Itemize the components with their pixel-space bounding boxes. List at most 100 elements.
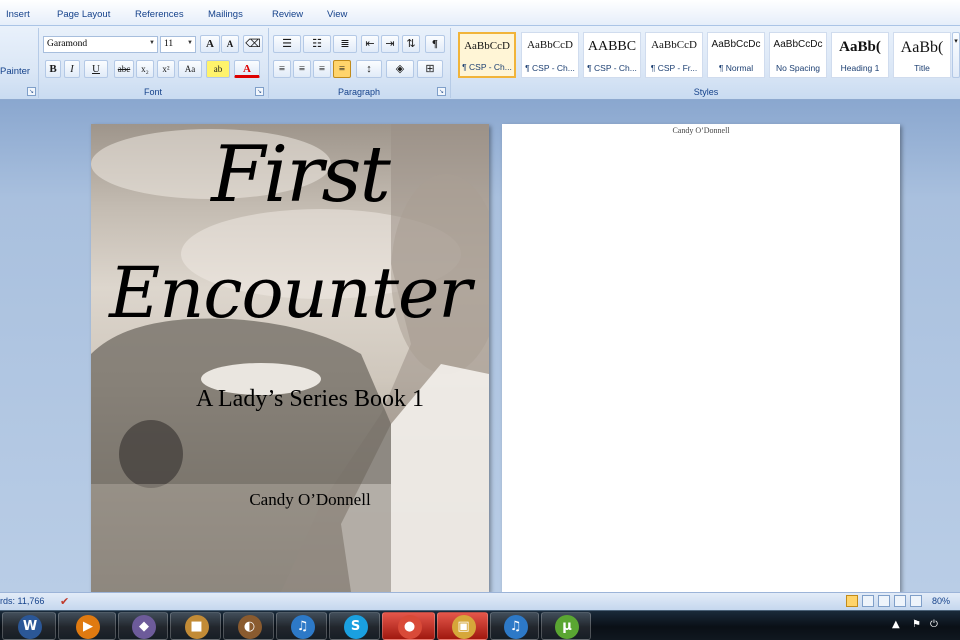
taskbar-item-utorrent[interactable]: µ xyxy=(541,612,591,640)
style-sample: AaBb( xyxy=(839,39,881,55)
ribbon: Painter ↘ Garamond ▼ 11 ▼ A A ⌫ B I U ab… xyxy=(0,26,960,100)
font-color-button[interactable]: A xyxy=(234,60,260,78)
grow-font-button[interactable]: A xyxy=(200,35,220,53)
chevron-down-icon[interactable]: ▼ xyxy=(149,40,155,46)
itunes2-icon: ♫ xyxy=(503,615,528,639)
taskbar-item-app4[interactable]: ■ xyxy=(170,612,221,640)
strikethrough-button[interactable]: abc xyxy=(114,60,134,78)
style-name: ¶ CSP - Ch... xyxy=(462,62,512,72)
styles-more-icon[interactable]: ▾ xyxy=(952,32,960,78)
borders-icon[interactable]: ⊞ xyxy=(417,60,443,78)
taskbar-item-media[interactable]: ▶ xyxy=(58,612,116,640)
tab-page-layout[interactable]: Page Layout xyxy=(57,9,110,20)
clipboard-launcher-icon[interactable]: ↘ xyxy=(27,87,36,96)
style-name: Heading 1 xyxy=(840,63,880,73)
document-page[interactable]: Candy O’Donnell xyxy=(502,124,900,592)
highlight-button[interactable]: ab xyxy=(206,60,230,78)
tab-view[interactable]: View xyxy=(327,9,347,20)
word-count[interactable]: rds: 11,766 xyxy=(0,596,44,606)
taskbar: W ▶ ◆ ■ ◐ ♫ S ● ▣ ♫ µ ▲ ⚑ ⏻ xyxy=(0,610,960,640)
increase-indent-icon[interactable]: ⇥ xyxy=(381,35,399,53)
print-layout-view-icon[interactable] xyxy=(846,595,858,607)
chevron-down-icon[interactable]: ▼ xyxy=(187,40,193,46)
taskbar-item-word[interactable]: W xyxy=(2,612,56,640)
bullets-icon[interactable]: ☰ xyxy=(273,35,301,53)
tab-mailings[interactable]: Mailings xyxy=(208,9,243,20)
line-spacing-icon[interactable]: ↕ xyxy=(356,60,382,78)
web-layout-view-icon[interactable] xyxy=(878,595,890,607)
italic-button[interactable]: I xyxy=(64,60,80,78)
justify-icon[interactable]: ≡ xyxy=(333,60,351,78)
font-name-combo[interactable]: Garamond ▼ xyxy=(43,36,158,53)
style-name: No Spacing xyxy=(776,63,820,73)
align-right-icon[interactable]: ≡ xyxy=(313,60,331,78)
style-tile-no-spacing[interactable]: AaBbCcDc No Spacing xyxy=(769,32,827,78)
style-tile-csp-1[interactable]: AaBbCcD ¶ CSP - Ch... xyxy=(458,32,516,78)
font-group-label: Font xyxy=(143,87,162,97)
taskbar-item-itunes[interactable]: ♫ xyxy=(276,612,327,640)
style-sample: AaBbCcD xyxy=(651,39,697,51)
underline-button[interactable]: U xyxy=(84,60,108,78)
styles-group-label: Styles xyxy=(693,87,719,97)
proofing-icon[interactable]: ✔ xyxy=(60,595,69,608)
style-tile-csp-3[interactable]: AABBC ¶ CSP - Ch... xyxy=(583,32,641,78)
tab-review[interactable]: Review xyxy=(272,9,303,20)
skype-icon: S xyxy=(343,615,368,639)
tab-references[interactable]: References xyxy=(135,9,184,20)
status-bar: rds: 11,766 ✔ 80% xyxy=(0,592,960,610)
tray-expand-icon[interactable]: ▲ xyxy=(892,619,900,630)
app9-icon: ▣ xyxy=(451,615,476,639)
shrink-font-button[interactable]: A xyxy=(221,35,239,53)
paragraph-launcher-icon[interactable]: ↘ xyxy=(437,87,446,96)
font-size-combo[interactable]: 11 ▼ xyxy=(160,36,196,53)
style-tile-csp-4[interactable]: AaBbCcD ¶ CSP - Fr... xyxy=(645,32,703,78)
full-screen-view-icon[interactable] xyxy=(862,595,874,607)
style-tile-title[interactable]: AaBb( Title xyxy=(893,32,951,78)
style-tile-csp-2[interactable]: AaBbCcD ¶ CSP - Ch... xyxy=(521,32,579,78)
cover-title-line1: First xyxy=(211,130,391,220)
superscript-button[interactable]: x² xyxy=(157,60,175,78)
numbering-icon[interactable]: ☷ xyxy=(303,35,331,53)
outline-view-icon[interactable] xyxy=(894,595,906,607)
font-launcher-icon[interactable]: ↘ xyxy=(255,87,264,96)
itunes-icon: ♫ xyxy=(290,615,315,639)
group-divider xyxy=(38,28,39,98)
style-name: ¶ CSP - Fr... xyxy=(650,63,698,73)
system-tray: ▲ ⚑ ⏻ xyxy=(890,611,960,640)
change-case-button[interactable]: Aa xyxy=(178,60,202,78)
decrease-indent-icon[interactable]: ⇤ xyxy=(361,35,379,53)
app4-icon: ■ xyxy=(184,615,209,639)
taskbar-item-app9[interactable]: ▣ xyxy=(437,612,488,640)
style-sample: AaBbCcDc xyxy=(773,39,823,50)
app5-icon: ◐ xyxy=(237,615,262,639)
taskbar-item-skype[interactable]: S xyxy=(329,612,380,640)
cover-page[interactable]: First Encounter A Lady’s Series Book 1 C… xyxy=(91,124,489,592)
style-tile-normal[interactable]: AaBbCcDc ¶ Normal xyxy=(707,32,765,78)
style-name: ¶ Normal xyxy=(718,63,754,73)
sort-icon[interactable]: ⇅ xyxy=(402,35,420,53)
taskbar-item-itunes2[interactable]: ♫ xyxy=(490,612,539,640)
style-sample: AaBbCcD xyxy=(527,39,573,51)
align-left-icon[interactable]: ≡ xyxy=(273,60,291,78)
document-canvas[interactable]: First Encounter A Lady’s Series Book 1 C… xyxy=(0,100,960,592)
zoom-level[interactable]: 80% xyxy=(932,596,950,606)
shading-icon[interactable]: ◈ xyxy=(386,60,414,78)
show-marks-button[interactable]: ¶ xyxy=(425,35,445,53)
style-sample: AABBC xyxy=(587,39,637,54)
taskbar-item-app3[interactable]: ◆ xyxy=(118,612,168,640)
taskbar-item-chrome[interactable]: ● xyxy=(382,612,435,640)
chrome-icon: ● xyxy=(397,615,422,639)
tab-insert[interactable]: Insert xyxy=(6,9,30,20)
multilevel-list-icon[interactable]: ≣ xyxy=(333,35,357,53)
subscript-button[interactable]: x₂ xyxy=(136,60,154,78)
flag-icon[interactable]: ⚑ xyxy=(912,619,921,630)
align-center-icon[interactable]: ≡ xyxy=(293,60,311,78)
format-painter-button[interactable]: Painter xyxy=(0,66,30,77)
style-sample: AaBbCcD xyxy=(464,40,510,52)
clear-formatting-icon[interactable]: ⌫ xyxy=(243,35,263,53)
power-icon[interactable]: ⏻ xyxy=(930,619,938,630)
style-tile-heading-1[interactable]: AaBb( Heading 1 xyxy=(831,32,889,78)
taskbar-item-app5[interactable]: ◐ xyxy=(223,612,274,640)
bold-button[interactable]: B xyxy=(45,60,61,78)
draft-view-icon[interactable] xyxy=(910,595,922,607)
